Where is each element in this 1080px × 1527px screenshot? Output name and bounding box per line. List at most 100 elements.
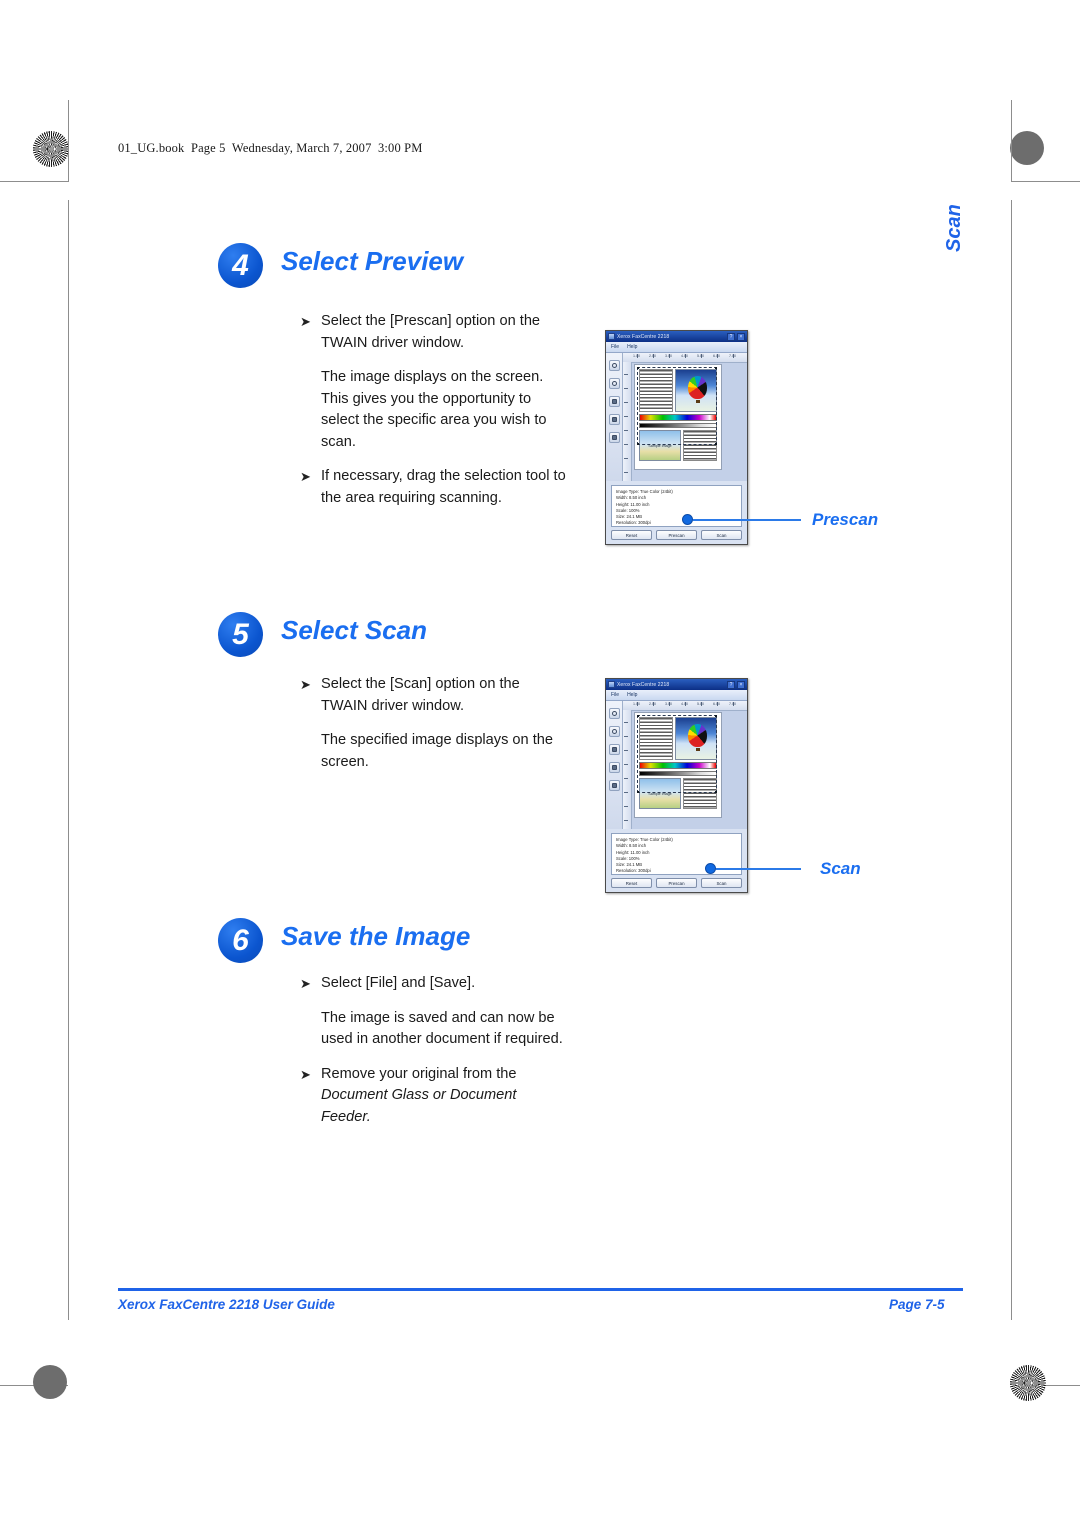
selection-handle[interactable] (637, 791, 639, 793)
preview-page[interactable]: Sample Image (635, 713, 721, 817)
density-dot-top-right (1010, 131, 1044, 165)
preview-page[interactable]: Sample Image (635, 365, 721, 469)
trim-line-left-lower (68, 200, 69, 1320)
step-6-bullet-1: ➤ Select [File] and [Save]. (300, 973, 570, 995)
trim-line-right-horizontal (1011, 181, 1080, 182)
twain-window-buttons[interactable]: ? × (727, 680, 745, 689)
window-icon (608, 681, 615, 688)
twain-canvas[interactable]: 1.00 2.00 3.00 4.00 5.00 6.00 7.00 Sampl… (623, 701, 747, 829)
close-icon[interactable]: × (737, 332, 745, 341)
fill-tool-icon[interactable] (608, 414, 620, 425)
step-4-number-badge: 4 (218, 243, 263, 288)
twain-canvas[interactable]: 1.00 2.00 3.00 4.00 5.00 6.00 7.00 Sampl… (623, 353, 747, 481)
menu-item-file[interactable]: File (611, 344, 619, 350)
trim-line-right-lower (1011, 200, 1012, 1320)
bullet-arrow-icon: ➤ (300, 469, 311, 484)
twain-window-scan[interactable]: Xerox FaxCentre 2218 ? × File Help 1.00 … (605, 678, 748, 893)
selection-handle[interactable] (637, 715, 639, 717)
ruler-vertical (623, 362, 632, 481)
selection-handle[interactable] (715, 715, 717, 717)
step-6-para-1: The image is saved and can now be used i… (321, 1009, 563, 1048)
menu-item-help[interactable]: Help (627, 692, 637, 698)
selection-handle[interactable] (715, 791, 717, 793)
callout-dot-prescan (682, 514, 693, 525)
star-target-top-left (33, 131, 69, 167)
step-5-bullet-1: ➤ Select the [Scan] option on the TWAIN … (300, 674, 570, 717)
footer-rule (118, 1288, 963, 1291)
trim-line-left-vertical (68, 100, 69, 182)
step-6-number-badge: 6 (218, 918, 263, 963)
crosshair-bottom-center (526, 1365, 556, 1395)
zoom-out-tool-icon[interactable] (608, 378, 620, 389)
twain-menu-bar[interactable]: File Help (606, 690, 747, 701)
step-4-para-1: The image displays on the screen. This g… (321, 369, 547, 450)
chapter-tab-scan: Scan (943, 204, 965, 252)
twain-button-row[interactable]: Reset Prescan Scan (606, 878, 747, 892)
twain-window-prescan[interactable]: Xerox FaxCentre 2218 ? × File Help 1.00 … (605, 330, 748, 545)
crosshair-right-upper (1011, 182, 1041, 212)
bullet-arrow-icon: ➤ (300, 1066, 311, 1082)
bullet-arrow-icon: ➤ (300, 677, 311, 692)
selection-handle[interactable] (637, 443, 639, 445)
crosshair-top-left-inner (82, 131, 112, 161)
info-resolution: Resolution: 300dpi (616, 520, 651, 526)
selection-handle[interactable] (715, 367, 717, 369)
close-icon[interactable]: × (737, 680, 745, 689)
step-6-bullet-2: ➤ Remove your original from the Document… (300, 1064, 570, 1129)
menu-item-file[interactable]: File (611, 692, 619, 698)
twain-button-row[interactable]: Reset Prescan Scan (606, 530, 747, 544)
reset-button[interactable]: Reset (611, 530, 652, 540)
help-icon[interactable]: ? (727, 332, 735, 341)
zoom-in-tool-icon[interactable] (608, 360, 620, 371)
bullet-arrow-icon: ➤ (300, 976, 311, 991)
callout-leader-prescan (693, 519, 801, 521)
trim-line-right-vertical (1011, 100, 1012, 182)
hand-tool-icon[interactable] (608, 396, 620, 407)
step-5-bullet-1-text: Select the [Scan] option on the TWAIN dr… (321, 676, 520, 714)
step-6-bullet-2-text: Remove your original from the (321, 1065, 517, 1082)
step-4-bullet-1: ➤ Select the [Prescan] option on the TWA… (300, 311, 570, 354)
step-4-body: ➤ Select the [Prescan] option on the TWA… (300, 311, 570, 522)
step-5-title: Select Scan (281, 615, 427, 645)
footer-page-number: Page 7-5 (889, 1297, 945, 1312)
zoom-in-tool-icon[interactable] (608, 708, 620, 719)
twain-main-area: 1.00 2.00 3.00 4.00 5.00 6.00 7.00 Sampl… (606, 353, 747, 481)
step-5-para-1: The specified image displays on the scre… (321, 732, 554, 770)
ruler-horizontal: 1.00 2.00 3.00 4.00 5.00 6.00 7.00 (623, 353, 747, 363)
selection-handle[interactable] (637, 367, 639, 369)
reset-button[interactable]: Reset (611, 878, 652, 888)
density-dot-bottom-left (33, 1365, 67, 1399)
step-4-bullet-2-text: If necessary, drag the selection tool to… (321, 468, 566, 506)
callout-label-scan: Scan (820, 859, 861, 878)
twain-title-bar: Xerox FaxCentre 2218 ? × (606, 679, 747, 690)
scan-button[interactable]: Scan (701, 530, 742, 540)
ruler-horizontal: 1.00 2.00 3.00 4.00 5.00 6.00 7.00 (623, 701, 747, 711)
menu-item-help[interactable]: Help (627, 344, 637, 350)
callout-dot-scan (705, 863, 716, 874)
callout-leader-scan (716, 868, 801, 870)
twain-toolbar[interactable] (606, 353, 623, 481)
step-5-body: ➤ Select the [Scan] option on the TWAIN … (300, 674, 570, 786)
image-tool-icon[interactable] (608, 780, 620, 791)
step-6-title: Save the Image (281, 921, 471, 951)
step-6-bullet-2-emphasis: Document Glass or Document Feeder. (321, 1087, 517, 1125)
twain-window-buttons[interactable]: ? × (727, 332, 745, 341)
page-header-info: 01_UG.book Page 5 Wednesday, March 7, 20… (118, 141, 423, 155)
selection-marquee[interactable] (637, 367, 717, 445)
crosshair-bottom-left-upper (33, 1318, 63, 1348)
star-target-bottom-right (1010, 1365, 1046, 1401)
fill-tool-icon[interactable] (608, 762, 620, 773)
twain-menu-bar[interactable]: File Help (606, 342, 747, 353)
prescan-button[interactable]: Prescan (656, 530, 697, 540)
twain-main-area: 1.00 2.00 3.00 4.00 5.00 6.00 7.00 Sampl… (606, 701, 747, 829)
selection-handle[interactable] (715, 443, 717, 445)
scan-button[interactable]: Scan (701, 878, 742, 888)
hand-tool-icon[interactable] (608, 744, 620, 755)
help-icon[interactable]: ? (727, 680, 735, 689)
prescan-button[interactable]: Prescan (656, 878, 697, 888)
selection-marquee[interactable] (637, 715, 717, 793)
twain-toolbar[interactable] (606, 701, 623, 829)
image-tool-icon[interactable] (608, 432, 620, 443)
trim-line-bottom-right (1011, 1385, 1080, 1386)
zoom-out-tool-icon[interactable] (608, 726, 620, 737)
